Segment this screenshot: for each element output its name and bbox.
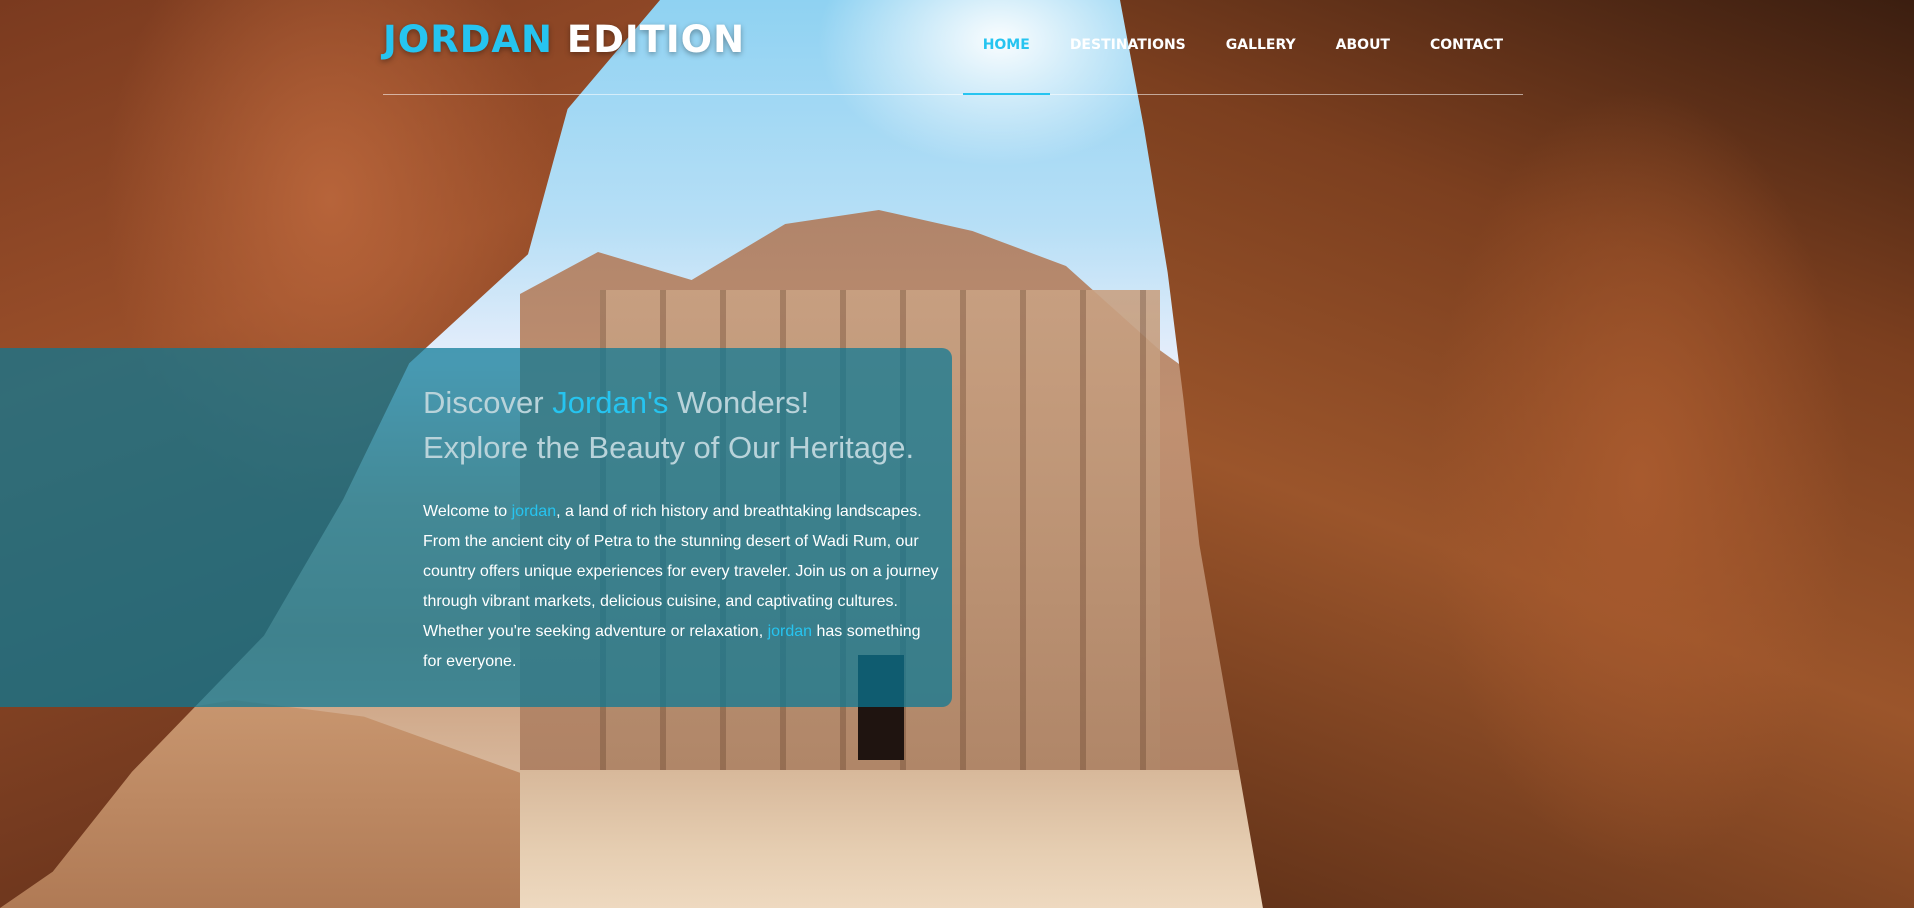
nav-gallery-link[interactable]: GALLERY [1206,0,1316,94]
site-header: JORDAN EDITION HOME DESTINATIONS GALLERY… [383,0,1523,95]
desc-jordan-highlight-2: jordan [767,623,813,640]
brand-word-jordan: JORDAN [383,18,554,61]
headline-discover: Discover [423,385,553,420]
nav-home-link[interactable]: HOME [962,0,1050,95]
main-nav: HOME DESTINATIONS GALLERY ABOUT CONTACT [962,0,1523,95]
nav-contact-link[interactable]: CONTACT [1410,0,1523,94]
desc-jordan-highlight-1: jordan [511,503,557,520]
nav-destinations-link[interactable]: DESTINATIONS [1050,0,1206,94]
headline-subline: Explore the Beauty of Our Heritage. [423,430,915,465]
hero-description: Welcome to jordan, a land of rich histor… [423,497,943,677]
brand-logo[interactable]: JORDAN EDITION [383,18,745,61]
hero-headline: Discover Jordan's Wonders! Explore the B… [423,380,963,470]
desc-segment-1: Welcome to [423,503,512,520]
desc-segment-2: , a land of rich history and breathtakin… [423,503,939,640]
headline-highlight: Jordan's [552,385,669,420]
headline-wonders: Wonders! [668,385,810,420]
nav-about-link[interactable]: ABOUT [1316,0,1410,94]
brand-word-edition: EDITION [553,18,746,61]
